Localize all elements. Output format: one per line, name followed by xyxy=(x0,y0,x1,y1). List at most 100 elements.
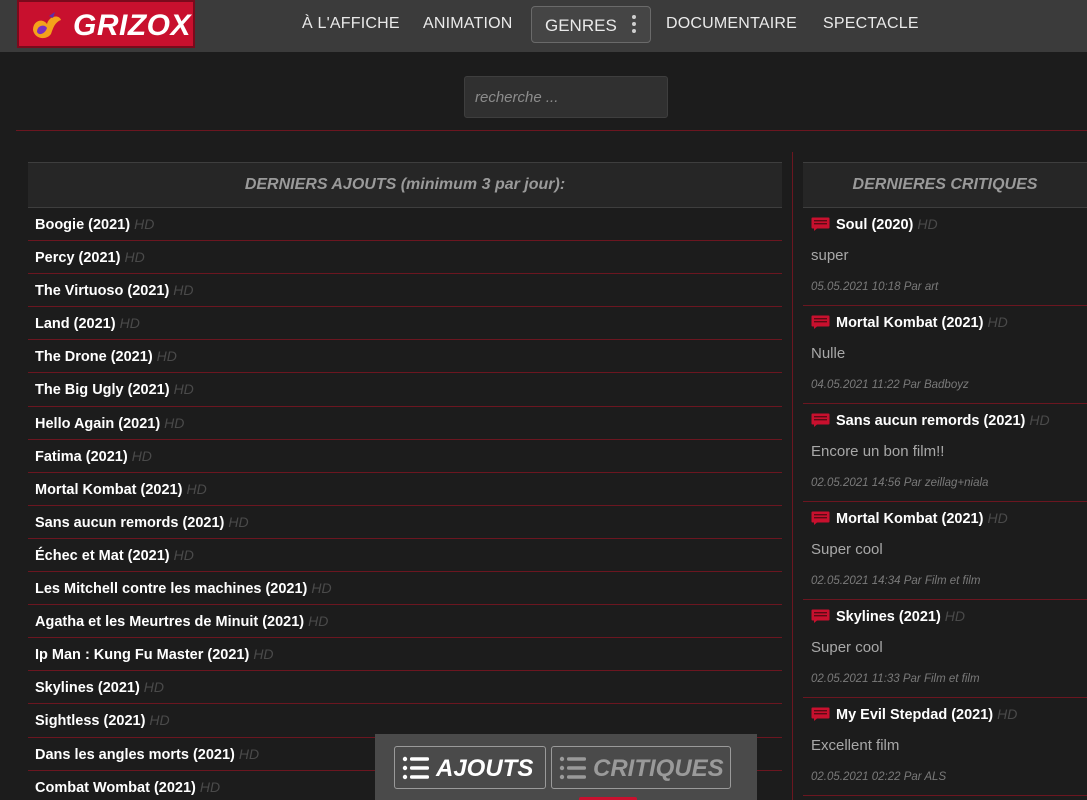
review-film-link[interactable]: Mortal Kombat (2021) HD xyxy=(811,502,1087,534)
site-logo[interactable]: GRIZOX xyxy=(17,0,195,48)
hd-badge: HD xyxy=(124,249,145,266)
film-list-item[interactable]: The Big Ugly (2021) HD xyxy=(28,373,782,407)
tab-ajouts[interactable]: AJOUTS xyxy=(394,746,546,789)
review-meta: 02.05.2021 14:34 Par Film et film xyxy=(811,575,981,587)
tab-critiques[interactable]: CRITIQUES xyxy=(551,746,731,789)
comment-icon xyxy=(811,217,830,231)
latest-reviews-heading: DERNIERES CRITIQUES xyxy=(803,162,1087,208)
review-text: Excellent film xyxy=(811,737,900,754)
review-item: Mortal Kombat (2021) HD Nulle 04.05.2021 11… xyxy=(803,306,1087,404)
film-list-item[interactable]: Sightless (2021) HD xyxy=(28,704,782,738)
hd-badge: HD xyxy=(119,315,140,332)
film-title[interactable]: The Virtuoso (2021) xyxy=(35,283,169,299)
column-divider xyxy=(792,152,793,800)
list-icon xyxy=(559,756,586,780)
review-film-title[interactable]: Mortal Kombat (2021) xyxy=(836,315,983,331)
nav-documentaire[interactable]: DOCUMENTAIRE xyxy=(666,15,797,33)
hd-badge: HD xyxy=(997,706,1018,722)
search-input[interactable] xyxy=(465,77,667,117)
film-title[interactable]: Hello Again (2021) xyxy=(35,416,160,432)
film-list-item[interactable]: Sans aucun remords (2021) HD xyxy=(28,506,782,539)
review-text: Encore un bon film!! xyxy=(811,443,945,460)
hd-badge: HD xyxy=(228,513,249,530)
hd-badge: HD xyxy=(1029,412,1050,428)
comment-icon xyxy=(811,609,830,623)
nav-spectacle[interactable]: SPECTACLE xyxy=(823,15,919,33)
hd-badge: HD xyxy=(199,778,221,795)
review-item: Soul (2020) HD super 05.05.2021 10:18 Par a… xyxy=(803,208,1087,306)
film-title[interactable]: Mortal Kombat (2021) xyxy=(35,482,182,498)
film-title[interactable]: Les Mitchell contre les machines (2021) xyxy=(35,581,307,597)
review-film-title[interactable]: Skylines (2021) xyxy=(836,609,941,625)
tab-critiques-label: CRITIQUES xyxy=(593,755,724,782)
review-text: Super cool xyxy=(811,639,883,656)
bottom-tab-bar: AJOUTS CRITIQUES xyxy=(375,734,757,800)
film-title[interactable]: Land (2021) xyxy=(35,316,116,332)
film-title[interactable]: Percy (2021) xyxy=(35,250,120,266)
film-title[interactable]: The Drone (2021) xyxy=(35,349,153,365)
film-title[interactable]: Fatima (2021) xyxy=(35,449,128,465)
film-list-item[interactable]: Boogie (2021) HD xyxy=(28,208,782,242)
film-list-item[interactable]: The Virtuoso (2021) HD xyxy=(28,274,782,308)
review-item: Sans aucun remords (2021) HD Encore un bon… xyxy=(803,404,1087,502)
film-list-item[interactable]: Les Mitchell contre les machines (2021) H… xyxy=(28,572,782,606)
hd-badge: HD xyxy=(173,282,194,299)
hd-badge: HD xyxy=(143,679,165,696)
film-list-item[interactable]: Percy (2021) HD xyxy=(28,241,782,275)
film-title[interactable]: Sans aucun remords (2021) xyxy=(35,515,224,531)
review-film-title[interactable]: Soul (2020) xyxy=(836,217,913,233)
review-text: Nulle xyxy=(811,345,846,362)
film-list-item[interactable]: Land (2021) HD xyxy=(28,307,782,341)
nav-animation[interactable]: ANIMATION xyxy=(423,15,513,33)
hd-badge: HD xyxy=(173,381,194,398)
film-list-item[interactable]: The Drone (2021) HD xyxy=(28,340,782,374)
film-title[interactable]: Skylines (2021) xyxy=(35,680,140,696)
comment-icon xyxy=(811,707,830,721)
review-meta: 02.05.2021 14:56 Par zeillag+niala xyxy=(811,477,989,489)
review-meta: 02.05.2021 11:33 Par Film et film xyxy=(811,673,980,685)
nav-genres-label: GENRES xyxy=(545,16,617,35)
film-title[interactable]: Agatha et les Meurtres de Minuit (2021) xyxy=(35,614,304,630)
film-list-item[interactable]: Agatha et les Meurtres de Minuit (2021) H… xyxy=(28,605,782,639)
review-meta: 04.05.2021 11:22 Par Badboyz xyxy=(811,379,969,391)
review-film-title[interactable]: Mortal Kombat (2021) xyxy=(836,511,983,527)
film-title[interactable]: Sightless (2021) xyxy=(35,713,145,729)
review-film-title[interactable]: Sans aucun remords (2021) xyxy=(836,413,1025,429)
film-list-item[interactable]: Échec et Mat (2021) HD xyxy=(28,539,782,573)
latest-additions-heading: DERNIERS AJOUTS (minimum 3 par jour): xyxy=(28,162,782,208)
review-film-link[interactable]: Soul (2020) HD xyxy=(811,208,1087,240)
review-text: super xyxy=(811,247,849,264)
film-title[interactable]: Boogie (2021) xyxy=(35,217,130,233)
hd-badge: HD xyxy=(308,613,329,630)
film-list-item[interactable]: Hello Again (2021) HD xyxy=(28,407,782,440)
review-film-link[interactable]: Skylines (2021) HD xyxy=(811,600,1087,632)
comment-icon xyxy=(811,413,830,427)
hd-badge: HD xyxy=(134,216,155,232)
comment-icon xyxy=(811,315,830,329)
film-title[interactable]: Échec et Mat (2021) xyxy=(35,548,170,564)
hd-badge: HD xyxy=(253,646,274,663)
nav-genres-dropdown[interactable]: GENRES xyxy=(531,6,651,43)
film-title[interactable]: Combat Wombat (2021) xyxy=(35,780,196,796)
tab-ajouts-label: AJOUTS xyxy=(436,755,534,782)
film-list-item[interactable]: Skylines (2021) HD xyxy=(28,671,782,705)
review-film-title[interactable]: My Evil Stepdad (2021) xyxy=(836,707,993,723)
review-film-link[interactable]: Mortal Kombat (2021) HD xyxy=(811,306,1087,338)
film-list-item[interactable]: Mortal Kombat (2021) HD xyxy=(28,473,782,506)
hd-badge: HD xyxy=(156,348,177,365)
search-box xyxy=(464,76,668,118)
logo-icon xyxy=(33,12,61,39)
film-title[interactable]: The Big Ugly (2021) xyxy=(35,382,170,398)
film-list-item[interactable]: Fatima (2021) HD xyxy=(28,440,782,473)
nav-a-laffiche[interactable]: À L'AFFICHE xyxy=(302,15,400,33)
review-item: My Evil Stepdad (2021) HD Excellent film 02… xyxy=(803,698,1087,796)
comment-icon xyxy=(811,511,830,525)
review-film-link[interactable]: Sans aucun remords (2021) HD xyxy=(811,404,1087,436)
top-navigation-bar: GRIZOX À L'AFFICHE ANIMATION GENRES DOCU… xyxy=(0,0,1087,52)
latest-additions-list: Boogie (2021) HD Percy (2021) HD The Virtuos… xyxy=(28,208,782,800)
film-title[interactable]: Dans les angles morts (2021) xyxy=(35,747,235,763)
review-film-link[interactable]: My Evil Stepdad (2021) HD xyxy=(811,698,1087,730)
film-list-item[interactable]: Ip Man : Kung Fu Master (2021) HD xyxy=(28,638,782,672)
film-title[interactable]: Ip Man : Kung Fu Master (2021) xyxy=(35,647,249,663)
hd-badge: HD xyxy=(186,480,207,497)
